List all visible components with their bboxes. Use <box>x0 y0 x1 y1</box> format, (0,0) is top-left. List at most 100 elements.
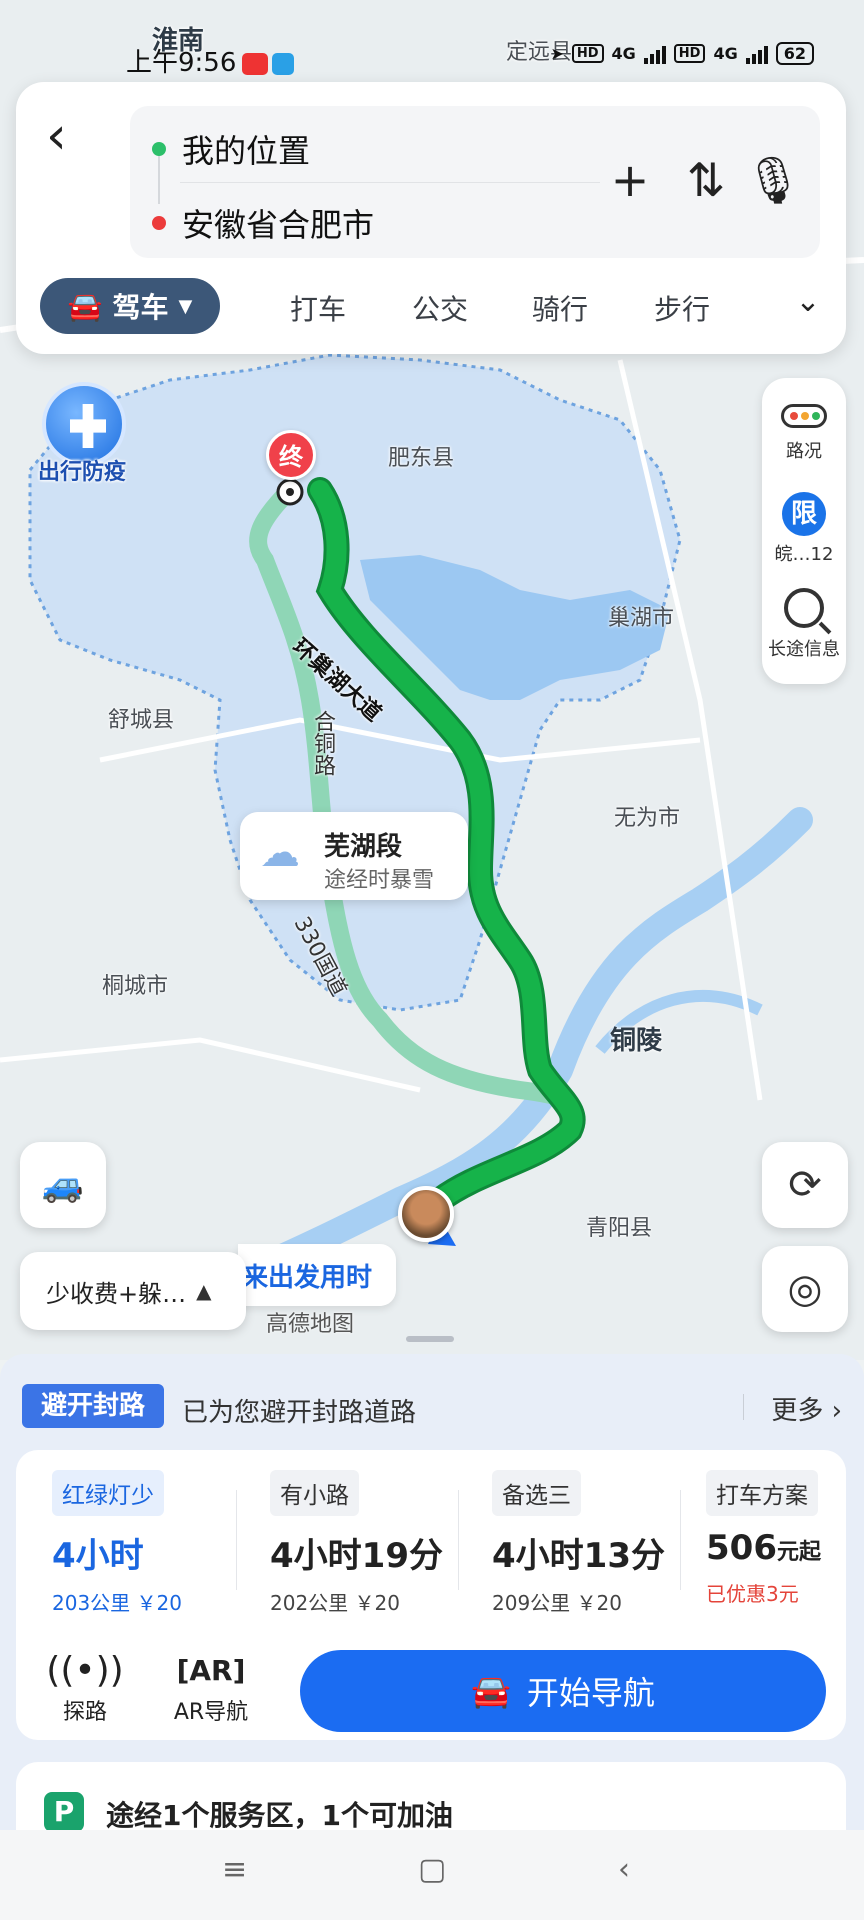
limit-icon: 限 <box>782 492 826 536</box>
signal-icon-2 <box>745 44 768 64</box>
route-time: 4小时19分 <box>270 1536 443 1576</box>
route-tag: 有小路 <box>270 1470 359 1516</box>
closure-more-link[interactable]: 更多 › <box>771 1390 842 1427</box>
weather-bubble[interactable]: ☁ 芜湖段 途经时暴雪 <box>240 812 468 900</box>
tab-transit[interactable]: 公交 <box>412 288 468 328</box>
vehicle-switch-button[interactable]: 🚙 <box>20 1142 106 1228</box>
refresh-route-button[interactable]: ⟳ <box>762 1142 848 1228</box>
transport-mode-tabs: 🚘 驾车 ▼ 打车 公交 骑行 步行 ⌄ <box>40 278 830 334</box>
traffic-icon <box>781 404 827 428</box>
swap-icon: ⇅ <box>686 153 726 207</box>
road-label-hetong: 合铜路 <box>310 710 335 776</box>
closure-notice[interactable]: 避开封路 已为您避开封路道路 更多 › <box>0 1354 864 1450</box>
start-navigation-button[interactable]: 🚘 开始导航 <box>300 1650 826 1732</box>
tab-walk[interactable]: 步行 <box>654 288 710 328</box>
origin-field[interactable]: 我的位置 <box>152 126 310 172</box>
status-time: 上午9:56 <box>126 42 295 79</box>
closure-text: 已为您避开封路道路 <box>182 1398 417 1428</box>
future-departure-button[interactable]: 来出发用时 <box>238 1244 396 1306</box>
origin-text: 我的位置 <box>182 132 311 170</box>
snow-cloud-icon: ☁ <box>260 830 300 876</box>
tab-drive[interactable]: 🚘 驾车 ▼ <box>40 278 220 334</box>
destination-field[interactable]: 安徽省合肥市 <box>152 200 374 246</box>
map-label-chaohu: 巢湖市 <box>608 606 675 631</box>
voice-button[interactable]: 🎙 <box>744 150 803 210</box>
hd-icon-2: HD <box>673 44 706 63</box>
map-label-qingyang: 青阳县 <box>586 1216 653 1241</box>
tab-drive-label: 驾车 <box>112 291 169 324</box>
swap-button[interactable]: ⇅ <box>678 150 734 210</box>
route-preference-button[interactable]: 少收费+躲… ▲ <box>20 1252 246 1330</box>
tab-taxi[interactable]: 打车 <box>290 288 346 328</box>
location-icon: ➤ <box>550 44 564 63</box>
taxi-price: 506元起 <box>706 1528 821 1568</box>
back-button[interactable]: ‹ <box>46 110 106 170</box>
signal-label-2: 4G <box>713 44 738 63</box>
microphone-icon: 🎙 <box>744 153 803 207</box>
menu-icon[interactable]: ≡ <box>222 1852 247 1887</box>
weather-desc: 途经时暴雪 <box>324 868 435 893</box>
back-nav-icon[interactable]: ‹ <box>618 1852 630 1887</box>
ar-nav-label: AR导航 <box>173 1700 249 1725</box>
destination-marker[interactable]: 终 <box>266 430 316 480</box>
map-label-tongcheng: 桐城市 <box>102 974 169 999</box>
home-icon[interactable]: ▢ <box>418 1852 446 1887</box>
destination-dot-icon <box>152 216 166 230</box>
add-waypoint-button[interactable]: + <box>602 150 658 210</box>
taxi-discount: 已优惠3元 <box>706 1582 799 1606</box>
car-icon: 🚘 <box>471 1672 511 1710</box>
battery-icon: 62 <box>775 42 814 65</box>
probe-button[interactable]: ((•)) 探路 <box>30 1648 140 1726</box>
ar-icon: [AR] <box>176 1654 246 1687</box>
traffic-button[interactable]: 路况 <box>762 404 846 463</box>
weather-segment: 芜湖段 <box>324 832 403 862</box>
refresh-icon: ⟳ <box>788 1162 822 1208</box>
ar-nav-button[interactable]: [AR] AR导航 <box>156 1648 266 1726</box>
user-location-avatar[interactable] <box>398 1186 454 1242</box>
telegram-icon <box>272 52 295 75</box>
locate-button[interactable]: ◎ <box>762 1246 848 1332</box>
app-notification-icon <box>242 52 269 75</box>
route-time: 4小时13分 <box>492 1536 665 1576</box>
long-trip-button[interactable]: 长途信息 <box>762 588 846 661</box>
closure-tag: 避开封路 <box>22 1384 164 1428</box>
plate-limit-button[interactable]: 限 皖…12 <box>762 492 846 566</box>
probe-label: 探路 <box>62 1700 107 1725</box>
epidemic-label: 出行防疫 <box>37 460 126 485</box>
map-label-tongling: 铜陵 <box>610 1026 663 1056</box>
route-search-card: ‹ 我的位置 安徽省合肥市 + ⇅ 🎙 🚘 驾车 ▼ 打车 公交 骑行 步行 ⌄ <box>16 82 846 354</box>
route-option-3[interactable]: 备选三 4小时13分 209公里 ￥20 <box>492 1470 665 1620</box>
tab-bike[interactable]: 骑行 <box>532 288 588 328</box>
preference-label: 少收费+躲… <box>46 1279 187 1308</box>
signal-icon <box>643 44 666 64</box>
route-tag: 备选三 <box>492 1470 581 1516</box>
taxi-option[interactable]: 打车方案 506元起 已优惠3元 <box>706 1470 821 1620</box>
plus-icon: + <box>610 153 650 207</box>
map-label-shucheng: 舒城县 <box>108 708 175 733</box>
more-modes-button[interactable]: ⌄ <box>786 284 830 328</box>
route-meta: 209公里 ￥20 <box>492 1591 622 1615</box>
parking-icon: P <box>44 1792 84 1832</box>
signal-label-1: 4G <box>611 44 636 63</box>
epidemic-badge[interactable]: 出行防疫 <box>22 382 142 488</box>
destination-text: 安徽省合肥市 <box>182 206 375 244</box>
caret-up-icon: ▲ <box>196 1279 212 1303</box>
sheet-drag-handle[interactable] <box>406 1336 454 1342</box>
route-meta: 203公里 ￥20 <box>52 1591 182 1615</box>
car-icon: 🚘 <box>67 289 103 323</box>
car-phone-icon: 🚙 <box>41 1165 85 1205</box>
chevron-left-icon: ‹ <box>46 106 67 166</box>
status-icons: ➤ HD 4G HD 4G 62 <box>550 42 814 65</box>
chevron-right-icon: › <box>831 1396 842 1426</box>
status-bar: 上午9:56 ➤ HD 4G HD 4G 62 <box>0 36 864 79</box>
route-option-1[interactable]: 红绿灯少 4小时 203公里 ￥20 <box>52 1470 182 1620</box>
search-icon <box>784 588 824 628</box>
plate-limit-label: 皖…12 <box>774 544 834 565</box>
long-trip-label: 长途信息 <box>768 639 840 660</box>
route-meta: 202公里 ￥20 <box>270 1591 400 1615</box>
chevron-down-icon: ⌄ <box>795 284 821 319</box>
service-area-text: 途经1个服务区，1个可加油 <box>106 1799 453 1832</box>
map-label-wuwei: 无为市 <box>614 806 681 831</box>
map-label-feidong: 肥东县 <box>388 446 455 471</box>
route-option-2[interactable]: 有小路 4小时19分 202公里 ￥20 <box>270 1470 443 1620</box>
